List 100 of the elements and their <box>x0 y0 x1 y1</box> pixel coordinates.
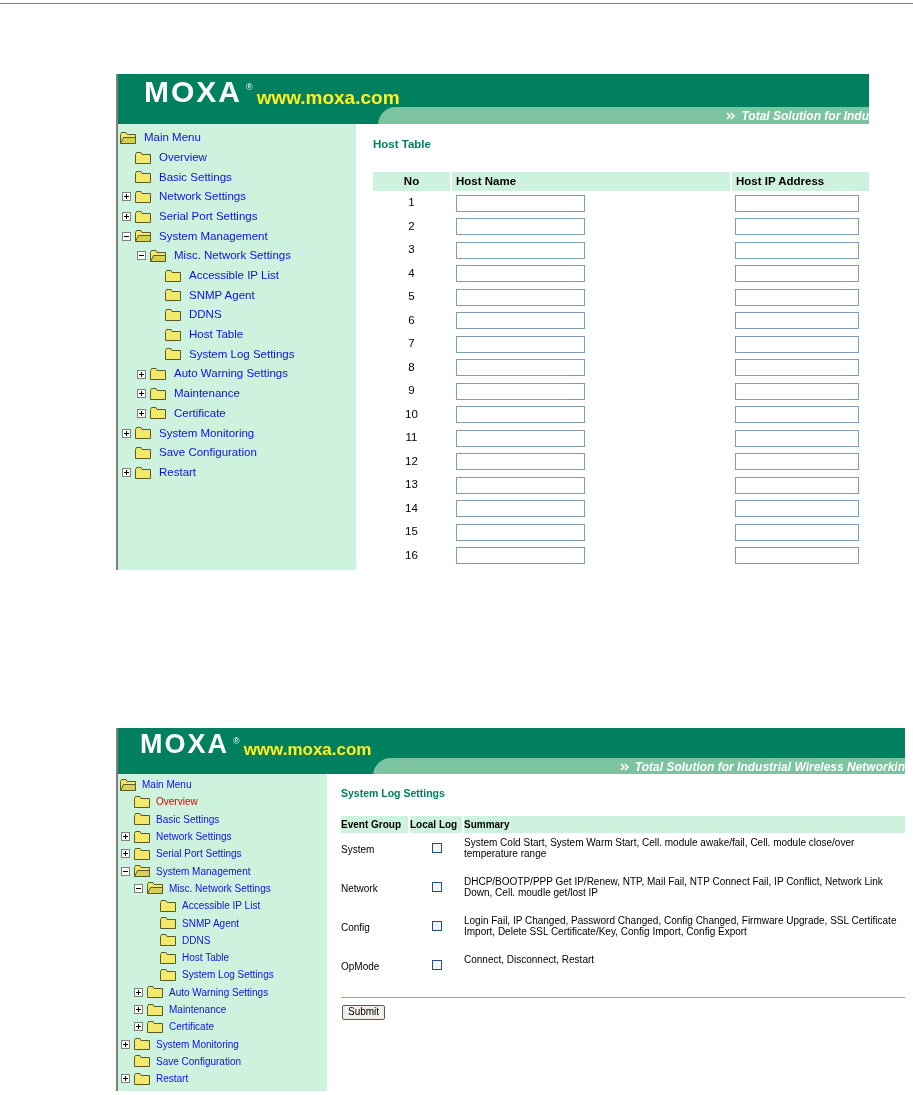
tree-item[interactable]: Network Settings <box>156 829 232 845</box>
tree-item[interactable]: DDNS <box>189 306 222 324</box>
plus-box-icon[interactable] <box>134 1005 143 1014</box>
plus-box-icon[interactable] <box>121 1074 130 1084</box>
tree-item[interactable]: Network Settings <box>159 188 246 206</box>
host-ip-field[interactable] <box>735 288 859 306</box>
plus-box-icon[interactable] <box>134 987 143 997</box>
event-group: Network <box>341 882 378 894</box>
tree-item[interactable]: Misc. Network Settings <box>169 880 271 896</box>
host-ip-field[interactable] <box>735 359 859 376</box>
host-name-field[interactable] <box>456 265 585 282</box>
host-name-field[interactable] <box>456 500 585 517</box>
column-header: Event Group <box>341 815 408 833</box>
tree-item[interactable]: Restart <box>156 1071 189 1087</box>
minus-box-icon[interactable] <box>134 883 143 893</box>
host-name-field[interactable] <box>456 312 585 329</box>
host-ip-field[interactable] <box>735 476 859 494</box>
tree-item[interactable]: System Management <box>156 863 251 879</box>
event-group: Config <box>341 921 370 933</box>
minus-box-icon[interactable] <box>137 251 146 261</box>
tree-root[interactable]: Main Menu <box>142 777 192 793</box>
submit-button[interactable]: Submit <box>342 1004 386 1020</box>
plus-box-icon[interactable] <box>134 1022 143 1032</box>
local-log-checkbox[interactable] <box>432 842 442 853</box>
tree-item[interactable]: System Monitoring <box>156 1036 239 1052</box>
website-url: www.moxa.com <box>256 88 400 107</box>
event-summary: Connect, Disconnect, Restart <box>464 953 595 965</box>
plus-box-icon[interactable] <box>121 1039 130 1049</box>
tree-item[interactable]: Misc. Network Settings <box>174 247 291 265</box>
plus-box-icon[interactable] <box>122 212 131 222</box>
tree-item[interactable]: DDNS <box>182 932 211 948</box>
plus-box-icon[interactable] <box>121 849 130 859</box>
tree-item[interactable]: System Monitoring <box>159 424 255 442</box>
tree-item[interactable]: SNMP Agent <box>182 915 240 931</box>
page-title: System Log Settings <box>341 786 446 801</box>
tree-item[interactable]: Basic Settings <box>156 811 220 827</box>
host-ip-field[interactable] <box>735 194 859 212</box>
host-ip-field[interactable] <box>735 500 859 517</box>
local-log-checkbox[interactable] <box>432 920 442 931</box>
host-ip-field[interactable] <box>735 382 859 400</box>
tree-item[interactable]: Save Configuration <box>156 1053 242 1069</box>
host-ip-field[interactable] <box>735 265 859 282</box>
host-name-field[interactable] <box>456 429 585 447</box>
tree-item[interactable]: Serial Port Settings <box>159 207 258 226</box>
host-name-field[interactable] <box>456 194 585 212</box>
plus-box-icon[interactable] <box>122 468 131 478</box>
tree-root[interactable]: Main Menu <box>144 129 201 147</box>
host-name-field[interactable] <box>456 359 585 376</box>
plus-box-icon[interactable] <box>137 389 146 399</box>
tree-item[interactable]: Overview <box>156 794 198 810</box>
tree-item[interactable]: Certificate <box>169 1019 214 1035</box>
host-ip-field[interactable] <box>735 406 859 423</box>
tree-item[interactable]: Auto Warning Settings <box>169 984 269 1000</box>
plus-box-icon[interactable] <box>121 832 130 842</box>
minus-box-icon[interactable] <box>122 231 131 241</box>
host-name-field[interactable] <box>456 453 585 470</box>
tree-item[interactable]: Basic Settings <box>159 168 232 186</box>
host-ip-field[interactable] <box>735 335 859 353</box>
plus-box-icon[interactable] <box>122 428 131 438</box>
tree-item[interactable]: Serial Port Settings <box>156 846 242 862</box>
host-ip-field[interactable] <box>735 547 859 564</box>
plus-box-icon[interactable] <box>137 408 146 418</box>
host-ip-field[interactable] <box>735 523 859 541</box>
host-name-field[interactable] <box>456 335 585 353</box>
plus-box-icon[interactable] <box>137 369 146 379</box>
tree-item[interactable]: Auto Warning Settings <box>174 365 288 383</box>
row-number: 7 <box>407 336 416 352</box>
tree-item[interactable]: Host Table <box>182 950 230 966</box>
host-name-field[interactable] <box>456 382 585 400</box>
minus-box-icon[interactable] <box>121 866 130 876</box>
tree-item[interactable]: Maintenance <box>169 1002 227 1017</box>
host-ip-field[interactable] <box>735 312 859 329</box>
tree-item[interactable]: Host Table <box>189 326 244 344</box>
folder-icon <box>165 348 181 361</box>
tree-item[interactable]: Accessible IP List <box>189 267 279 285</box>
tree-item[interactable]: Save Configuration <box>159 444 257 462</box>
plus-box-icon[interactable] <box>122 192 131 202</box>
tree-item[interactable]: Accessible IP List <box>182 898 261 914</box>
tree-item[interactable]: SNMP Agent <box>189 286 255 304</box>
tree-item[interactable]: System Log Settings <box>189 345 295 364</box>
host-name-field[interactable] <box>456 218 585 235</box>
local-log-checkbox[interactable] <box>432 959 442 970</box>
host-name-field[interactable] <box>456 476 585 494</box>
host-name-field[interactable] <box>456 241 585 259</box>
tree-item[interactable]: Restart <box>159 463 197 482</box>
host-name-field[interactable] <box>456 288 585 306</box>
host-name-field[interactable] <box>456 406 585 423</box>
open-folder-icon <box>147 882 163 895</box>
tree-item[interactable]: System Management <box>159 227 268 245</box>
tree-item[interactable]: Overview <box>159 148 207 167</box>
local-log-checkbox[interactable] <box>432 881 442 892</box>
tree-item[interactable]: Maintenance <box>174 385 240 403</box>
tree-item[interactable]: System Log Settings <box>182 967 274 983</box>
host-name-field[interactable] <box>456 523 585 541</box>
tree-item[interactable]: Certificate <box>174 404 226 423</box>
host-ip-field[interactable] <box>735 241 859 259</box>
host-ip-field[interactable] <box>735 429 859 447</box>
host-ip-field[interactable] <box>735 218 859 235</box>
host-name-field[interactable] <box>456 547 585 564</box>
host-ip-field[interactable] <box>735 453 859 470</box>
